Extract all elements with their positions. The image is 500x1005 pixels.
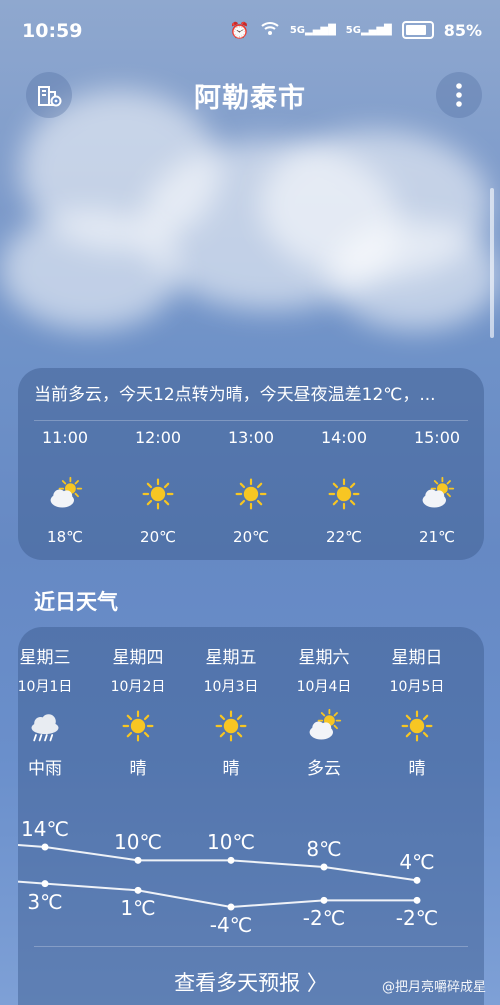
day-weekday: 星期三: [19, 648, 71, 668]
alarm-icon: ⏰: [229, 20, 250, 40]
day-condition: 晴: [129, 759, 147, 779]
hour-temp: 22℃: [326, 528, 362, 546]
hour-temp: 20℃: [140, 528, 176, 546]
day-date: 10月2日: [110, 679, 166, 695]
daily-item[interactable]: 星期四 10月2日 晴: [98, 643, 178, 779]
high-temp-label: 10℃: [114, 830, 162, 855]
day-date: 10月5日: [389, 679, 445, 695]
signal-icon: 5G▂▄▆█: [345, 24, 392, 36]
day-weekday: 星期五: [205, 648, 257, 668]
sun-icon: [377, 706, 457, 746]
daily-item[interactable]: 星期日 10月5日 晴: [377, 643, 457, 779]
background-cloud: [330, 220, 500, 330]
battery-level: 85%: [443, 20, 482, 40]
hourly-item: 12:00 20℃: [123, 428, 193, 546]
header: 阿勒泰市: [0, 70, 500, 118]
day-condition: 晴: [222, 759, 240, 779]
daily-item[interactable]: 星期六 10月4日 多云: [284, 643, 364, 779]
hourly-item: 13:00 20℃: [216, 428, 286, 546]
low-temp-line-point: [227, 903, 235, 911]
sun-icon: [123, 472, 193, 516]
rain-icon: [5, 706, 85, 746]
low-temp-line-point: [320, 896, 328, 904]
partly-cloudy-icon: [402, 472, 472, 516]
daily-forecast-card: 星期三 10月1日 中雨 星期四 10月2日 晴星期五 10月3日 晴星期六 10…: [18, 627, 484, 1005]
low-temp-line: [18, 880, 417, 909]
daily-item[interactable]: 星期三 10月1日 中雨: [5, 643, 85, 779]
divider: [34, 946, 468, 947]
high-temp-label: 14℃: [21, 817, 69, 841]
status-time: 10:59: [22, 20, 83, 42]
hourly-item: 14:00 22℃: [309, 428, 379, 546]
partly-cloudy-icon: [284, 706, 364, 746]
hour-temp: 18℃: [47, 528, 83, 546]
day-date: 10月3日: [203, 679, 259, 695]
signal-icon: 5G▂▄▆█: [289, 24, 336, 36]
more-vertical-icon: [456, 83, 462, 107]
day-condition: 多云: [307, 759, 341, 779]
daily-section-title: 近日天气: [34, 590, 118, 614]
day-date: 10月4日: [296, 679, 352, 695]
sun-icon: [191, 706, 271, 746]
low-temp-label: -2℃: [395, 906, 439, 931]
sun-icon: [309, 472, 379, 516]
day-weekday: 星期日: [391, 648, 443, 668]
hourly-item: 11:00 18℃: [30, 428, 100, 546]
high-temp-line-point: [134, 856, 142, 864]
low-temp-line-point: [134, 886, 142, 894]
day-condition: 中雨: [28, 759, 62, 779]
low-temp-label: -2℃: [302, 906, 346, 931]
daily-item[interactable]: 星期五 10月3日 晴: [191, 643, 271, 779]
divider: [34, 420, 468, 421]
city-title: 阿勒泰市: [194, 83, 306, 114]
wifi-icon: [260, 20, 280, 40]
more-options-button[interactable]: [436, 72, 482, 118]
day-weekday: 星期六: [298, 648, 350, 668]
low-temp-label: -4℃: [209, 913, 253, 937]
high-temp-label: 8℃: [306, 837, 342, 861]
sun-icon: [98, 706, 178, 746]
battery-icon: [401, 21, 434, 39]
low-temp-line-point: [413, 896, 421, 904]
high-temp-line-point: [41, 843, 49, 851]
status-bar: 10:59 ⏰ 5G▂▄▆█ 5G▂▄▆█ 85%: [0, 0, 500, 62]
day-date: 10月1日: [17, 679, 73, 695]
hour-time: 12:00: [134, 428, 182, 447]
hour-time: 11:00: [41, 428, 89, 447]
day-weekday: 星期四: [112, 648, 164, 668]
day-condition: 晴: [408, 759, 426, 779]
hour-time: 15:00: [413, 428, 461, 447]
high-temp-line-point: [413, 876, 421, 884]
status-icons: ⏰ 5G▂▄▆█ 5G▂▄▆█ 85%: [230, 20, 482, 40]
low-temp-label: 3℃: [27, 889, 63, 914]
hourly-forecast-card: 当前多云，今天12点转为晴，今天昼夜温差12℃，... 11:00 18℃ 12:…: [18, 368, 484, 560]
hourly-item: 15:00 21℃: [402, 428, 472, 546]
high-temp-line-point: [320, 863, 328, 871]
partly-cloudy-icon: [30, 472, 100, 516]
hour-time: 13:00: [227, 428, 275, 447]
background-cloud: [0, 210, 180, 330]
low-temp-label: 1℃: [120, 896, 156, 921]
high-temp-label: 4℃: [399, 850, 435, 875]
low-temp-line-point: [41, 880, 49, 888]
weather-summary: 当前多云，今天12点转为晴，今天昼夜温差12℃，...: [34, 385, 436, 405]
high-temp-line-point: [227, 856, 235, 864]
hour-time: 14:00: [320, 428, 368, 447]
hour-temp: 21℃: [419, 528, 455, 546]
scrollbar[interactable]: [490, 188, 494, 338]
watermark: @把月亮嚼碎成星: [381, 980, 486, 995]
sun-icon: [216, 472, 286, 516]
hour-temp: 20℃: [233, 528, 269, 546]
high-temp-label: 10℃: [207, 830, 255, 855]
